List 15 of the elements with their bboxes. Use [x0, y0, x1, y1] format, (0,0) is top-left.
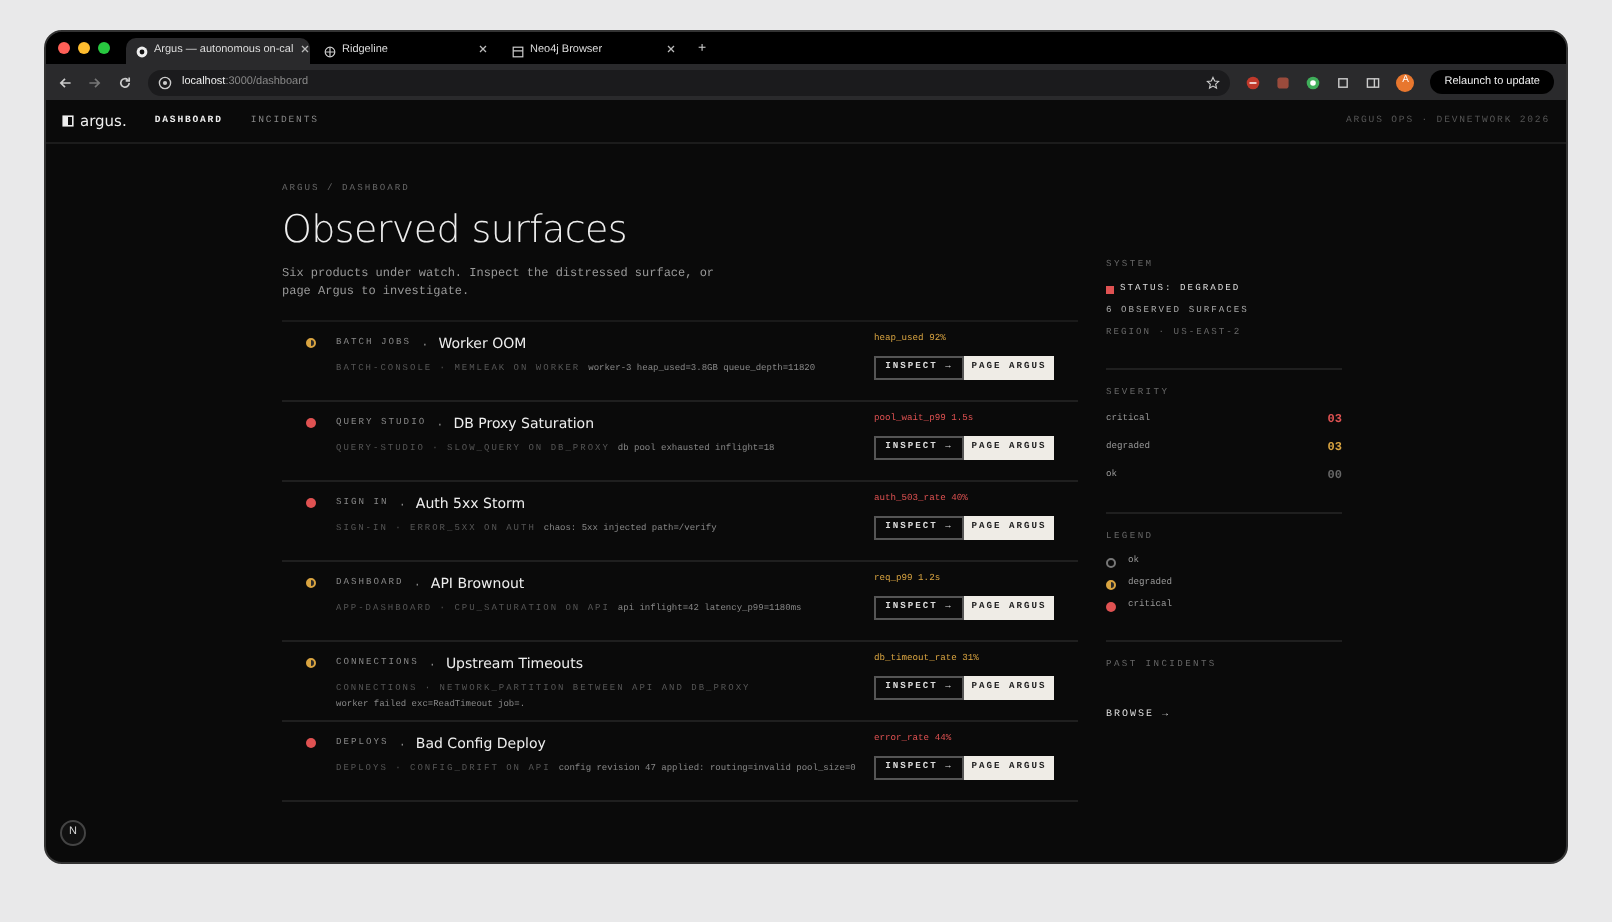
close-icon[interactable]: [478, 44, 488, 55]
extension-icon[interactable]: [1246, 75, 1261, 89]
sidebar-icon[interactable]: [1366, 75, 1381, 89]
page-icon: [512, 45, 524, 57]
globe-icon: [324, 45, 336, 57]
site-info-icon[interactable]: [158, 75, 172, 89]
star-icon[interactable]: [1206, 75, 1221, 89]
reload-icon[interactable]: [118, 75, 132, 89]
app-icon: [136, 45, 148, 57]
close-icon[interactable]: [299, 44, 310, 55]
logo-icon: [62, 114, 74, 128]
back-icon[interactable]: [58, 75, 72, 89]
close-icon[interactable]: [666, 44, 676, 55]
page-title: Observed surfaces: [282, 205, 629, 256]
forward-icon[interactable]: [88, 75, 102, 89]
